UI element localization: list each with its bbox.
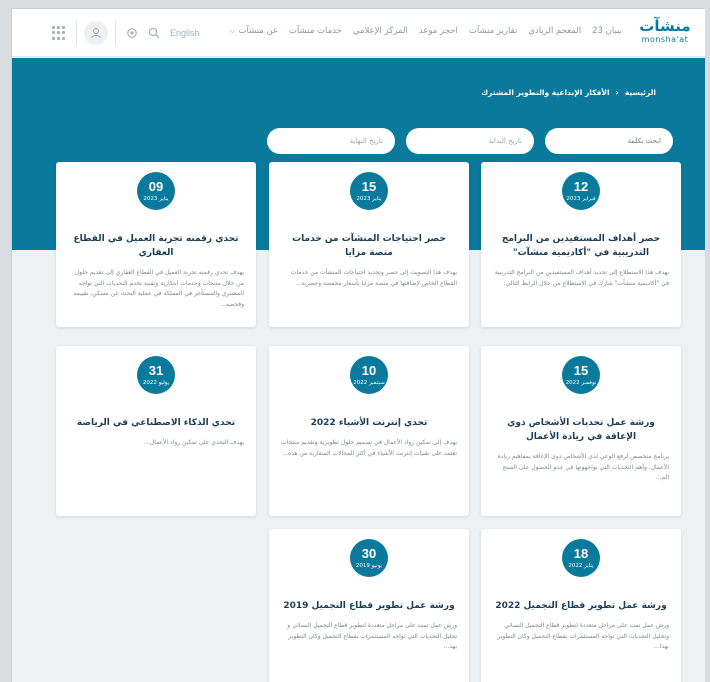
logo-english-text: monsha'at	[641, 35, 689, 44]
date-month: يوليو 2022	[142, 379, 170, 386]
keyword-search-input[interactable]	[545, 128, 673, 154]
breadcrumb-current: الأفكار الإبداعية والتطوير المشترك	[481, 88, 610, 97]
date-badge: 12 فبراير 2023	[562, 172, 600, 210]
idea-card[interactable]: 31 يوليو 2022 تحدي الذكاء الاصطناعي في ا…	[56, 346, 256, 516]
idea-card[interactable]: 15 يناير 2023 حصر احتياجات المنشآت من خد…	[269, 162, 469, 327]
date-badge: 15 نوفمبر 2022	[562, 356, 600, 394]
date-month: يناير 2022	[568, 562, 594, 569]
idea-card[interactable]: 09 يناير 2023 تحدي رقمنه تجربة العميل في…	[56, 162, 256, 327]
card-excerpt: يهدف التحدي على تمكين رواد الأعمال...	[144, 439, 244, 446]
date-badge: 15 يناير 2023	[350, 172, 388, 210]
idea-card[interactable]: 10 سبتمبر 2022 تحدي إنترنت الأشياء 2022 …	[269, 346, 469, 516]
nav-item-glossary[interactable]: المعجم الريادي	[528, 26, 581, 36]
card-excerpt: برنامج متخصص لرفع الوعي لدى الأشخاص ذوي …	[497, 453, 669, 481]
nav-item-reports[interactable]: تقارير منشآت	[469, 26, 517, 36]
language-switch[interactable]: English	[170, 28, 200, 38]
browser-frame: منشآت monsha'at عن منشآت⌵ خدمات منشآت ال…	[11, 8, 705, 682]
date-day: 30	[361, 545, 377, 561]
card-excerpt: ورش عمل تمت على مراحل متعددة لتطوير قطاع…	[287, 622, 457, 650]
breadcrumb: الرئيسية ‹ الأفكار الإبداعية والتطوير ال…	[481, 88, 656, 97]
date-day: 15	[361, 178, 377, 194]
date-day: 09	[148, 178, 164, 194]
card-title[interactable]: ورشة عمل تطوير قطاع التجميل 2019	[281, 599, 457, 613]
apps-grid-icon[interactable]	[52, 26, 66, 40]
nav-item-services[interactable]: خدمات منشآت	[289, 26, 342, 36]
card-title[interactable]: حصر احتياجات المنشآت من خدمات منصة مزايا	[281, 232, 457, 260]
date-day: 12	[573, 178, 589, 194]
date-month: نوفمبر 2022	[565, 379, 597, 386]
nav-item-biban[interactable]: بيبان 23	[592, 26, 622, 36]
user-icon	[84, 21, 108, 45]
card-excerpt: يهدف تحدي رقمنه تجربة العميل في القطاع ا…	[73, 269, 244, 308]
nav-item-about[interactable]: عن منشآت⌵	[229, 26, 278, 36]
card-title[interactable]: تحدي الذكاء الاصطناعي في الرياضة	[68, 416, 244, 430]
card-excerpt: يهدف إلى تمكين رواد الأعمال في تصميم حلو…	[281, 439, 457, 457]
logo-arabic-text: منشآت	[639, 17, 691, 35]
breadcrumb-home[interactable]: الرئيسية	[625, 88, 656, 97]
date-day: 31	[148, 362, 164, 378]
card-title[interactable]: ورشة عمل تطوير قطاع التجميل 2022	[493, 599, 669, 613]
date-day: 10	[361, 362, 377, 378]
header-tools: English	[52, 19, 200, 47]
accessibility-icon[interactable]	[126, 24, 138, 43]
card-title[interactable]: تحدي إنترنت الأشياء 2022	[281, 416, 457, 430]
monshaat-logo[interactable]: منشآت monsha'at	[636, 17, 694, 44]
nav-item-book-appointment[interactable]: احجز موعد	[419, 26, 458, 36]
date-month: سبتمبر 2022	[353, 379, 385, 386]
idea-card[interactable]: 15 نوفمبر 2022 ورشة عمل تحديات الأشخاص ذ…	[481, 346, 681, 516]
nav-item-media-center[interactable]: المركز الإعلامي	[353, 26, 408, 36]
date-month: يونيو 2019	[355, 562, 383, 569]
end-date-input[interactable]	[267, 128, 395, 154]
user-menu[interactable]	[76, 20, 116, 46]
card-excerpt: ورش عمل تمت على مراحل متعددة لتطوير قطاع…	[497, 622, 669, 650]
card-title[interactable]: ورشة عمل تحديات الأشخاص ذوي الإعاقة في ر…	[493, 416, 669, 444]
chevron-left-icon: ‹	[615, 88, 619, 97]
start-date-input[interactable]	[406, 128, 534, 154]
top-header: منشآت monsha'at عن منشآت⌵ خدمات منشآت ال…	[12, 9, 705, 57]
filter-row	[267, 128, 673, 154]
idea-card[interactable]: 30 يونيو 2019 ورشة عمل تطوير قطاع التجمي…	[269, 529, 469, 682]
card-title[interactable]: تحدي رقمنه تجربة العميل في القطاع العقار…	[68, 232, 244, 260]
date-month: فبراير 2023	[566, 195, 596, 202]
card-title[interactable]: حصر أهداف المستفيدين من البرامج التدريبي…	[493, 232, 669, 260]
card-excerpt: يهدف هذا الاستطلاع إلى تحديد أهداف المست…	[494, 269, 669, 287]
date-month: يناير 2023	[143, 195, 169, 202]
card-excerpt: يهدف هذا التصويت إلى حصر وتحديد احتياجات…	[290, 269, 457, 287]
date-month: يناير 2023	[356, 195, 382, 202]
date-badge: 10 سبتمبر 2022	[350, 356, 388, 394]
date-day: 18	[573, 545, 589, 561]
chevron-down-icon: ⌵	[229, 26, 236, 35]
idea-card[interactable]: 18 يناير 2022 ورشة عمل تطوير قطاع التجمي…	[481, 529, 681, 682]
idea-card[interactable]: 12 فبراير 2023 حصر أهداف المستفيدين من ا…	[481, 162, 681, 327]
date-badge: 09 يناير 2023	[137, 172, 175, 210]
date-badge: 30 يونيو 2019	[350, 539, 388, 577]
main-nav: عن منشآت⌵ خدمات منشآت المركز الإعلامي اح…	[229, 26, 622, 36]
date-badge: 18 يناير 2022	[562, 539, 600, 577]
date-day: 15	[573, 362, 589, 378]
nav-item-about-label: عن منشآت	[238, 26, 279, 36]
search-icon[interactable]	[148, 24, 160, 43]
date-badge: 31 يوليو 2022	[137, 356, 175, 394]
